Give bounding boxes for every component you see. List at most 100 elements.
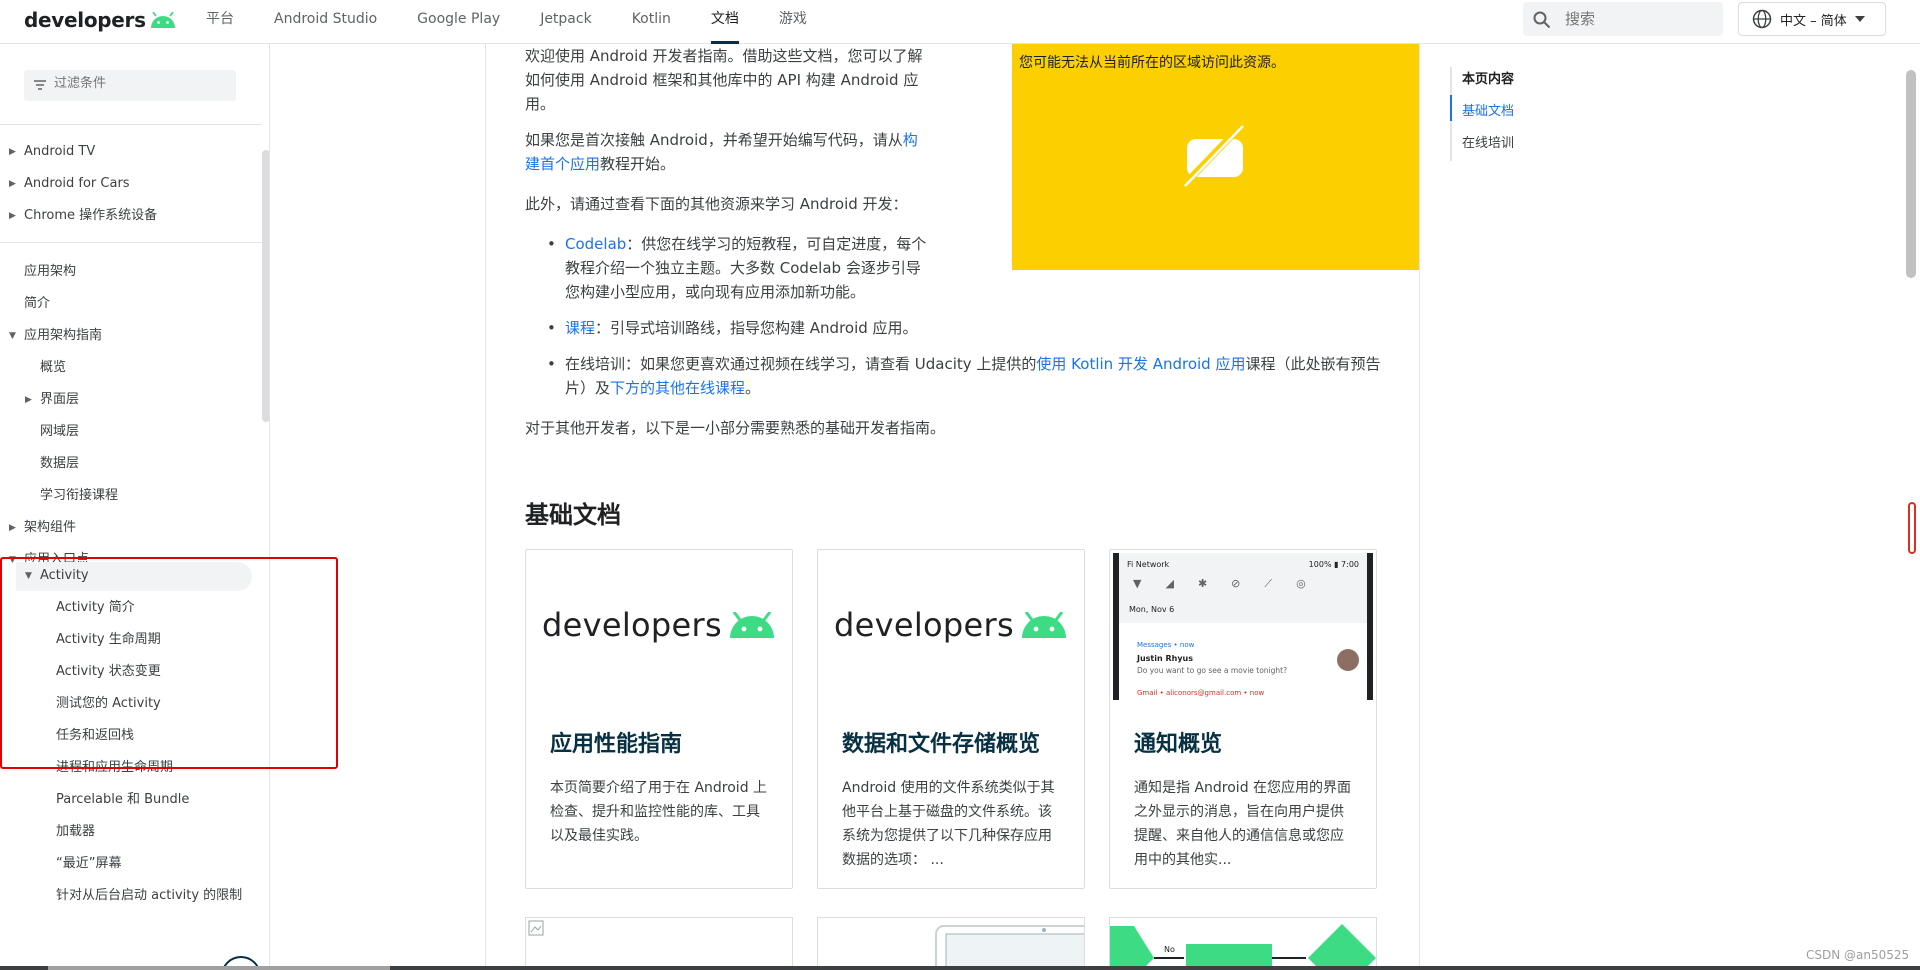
kotlin-course-link[interactable]: 使用 Kotlin 开发 Android 应用 [1036, 355, 1245, 373]
card-row2-1[interactable] [525, 917, 793, 970]
android-icon [729, 612, 774, 638]
nav-games[interactable]: 游戏 [779, 0, 807, 44]
section-title-basics: 基础文档 [525, 501, 621, 529]
notification-screenshot: Fi Network 100% ▮ 7:00 ▼ ◢ ✱ ⊘ ⟋ ◎ Mon, Nov 6… [1113, 553, 1373, 700]
card-data-storage[interactable]: developers 数据和文件存储概览 Android 使用的文件系统类似于其… [817, 549, 1085, 889]
online-training-bullet: 在线培训：如果您更喜欢通过视频在线学习，请查看 Udacity 上提供的使用 K… [547, 352, 1385, 400]
logo-text: developers [834, 606, 1014, 644]
expand-arrow-icon: ▶ [9, 179, 16, 189]
sidebar-item-ui-layer[interactable]: ▶ 界面层 [25, 384, 79, 416]
sidebar-divider [0, 242, 262, 243]
avatar [1337, 649, 1359, 671]
card-image: Fi Network 100% ▮ 7:00 ▼ ◢ ✱ ⊘ ⟋ ◎ Mon, Nov 6… [1110, 550, 1376, 700]
filter-input[interactable] [54, 76, 224, 91]
sidebar-item-bg-restrictions[interactable]: 针对从后台启动 activity 的限制 [56, 880, 246, 912]
toc-item-basics[interactable]: 基础文档 [1462, 100, 1514, 119]
card-row2-2[interactable] [817, 917, 1085, 970]
sidebar-item-recents[interactable]: “最近”屏幕 [56, 848, 121, 880]
collapse-arrow-icon: ▼ [9, 331, 16, 341]
toc-active-indicator [1450, 95, 1452, 121]
course-bullet: 课程：引导式培训路线，指导您构建 Android 应用。 [547, 316, 965, 340]
scrollbar-highlight [1908, 502, 1916, 554]
sidebar-item-tasks-back-stack[interactable]: 任务和返回栈 [56, 720, 134, 752]
first-time-paragraph: 如果您是首次接触 Android，并希望开始编写代码，请从构建首个应用教程开始。 [525, 131, 918, 173]
card-image: developers [526, 550, 792, 700]
language-selector[interactable]: 中文 – 简体 [1738, 2, 1886, 36]
sidebar-item-test-activity[interactable]: 测试您的 Activity [56, 688, 161, 720]
nav-platform[interactable]: 平台 [206, 0, 234, 44]
left-sidebar: ▶Android TV ▶Android for Cars ▶Chrome 操作… [0, 44, 270, 970]
other-resources-paragraph: 此外，请通过查看下面的其他资源来学习 Android 开发： [525, 195, 908, 213]
sidebar-heading-app-arch: 应用架构 [24, 264, 77, 279]
page-scrollbar[interactable] [1906, 70, 1916, 278]
collapse-arrow-icon: ▼ [9, 555, 16, 565]
other-courses-link[interactable]: 下方的其他在线课程 [610, 379, 745, 397]
toc-item-online-training[interactable]: 在线培训 [1462, 132, 1514, 151]
top-nav: 平台 Android Studio Google Play Jetpack Ko… [206, 0, 847, 44]
search-input[interactable] [1565, 8, 1713, 30]
intro-paragraph: 欢迎使用 Android 开发者指南。借助这些文档，您可以了解如何使用 Andr… [525, 47, 923, 113]
filter-box[interactable] [24, 70, 236, 101]
expand-arrow-icon: ▶ [9, 523, 16, 533]
sidebar-item-process-lifecycle[interactable]: 进程和应用生命周期 [56, 752, 173, 784]
sidebar-item-arch-components[interactable]: ▶ 架构组件 [9, 512, 76, 544]
card-title: 数据和文件存储概览 [842, 732, 1041, 757]
quick-settings-icons: ▼ ◢ ✱ ⊘ ⟋ ◎ [1133, 577, 1306, 590]
caret-down-icon [1854, 16, 1865, 22]
sidebar-item-activity-lifecycle[interactable]: Activity 生命周期 [56, 624, 161, 656]
sidebar-item-pathway[interactable]: 学习衔接课程 [40, 480, 118, 512]
sidebar-item-parcelable[interactable]: Parcelable 和 Bundle [56, 784, 189, 816]
tablet-illustration [935, 925, 1084, 970]
sidebar-item-activity-state[interactable]: Activity 状态变更 [56, 656, 161, 688]
permission-flow-diagram: No [1110, 924, 1376, 970]
language-label: 中文 – 简体 [1780, 13, 1847, 29]
svg-text:No: No [1164, 945, 1175, 954]
nav-jetpack[interactable]: Jetpack [540, 0, 592, 44]
card-performance[interactable]: developers 应用性能指南 本页简要介绍了用于在 Android 上检查… [525, 549, 793, 889]
card-row2-3[interactable]: No [1109, 917, 1377, 970]
sidebar-item-android-tv[interactable]: ▶ Android TV [9, 136, 95, 168]
card-notifications[interactable]: Fi Network 100% ▮ 7:00 ▼ ◢ ✱ ⊘ ⟋ ◎ Mon, Nov 6… [1109, 549, 1377, 889]
sidebar-item-overview[interactable]: 概览 [40, 352, 66, 384]
broken-image-icon [528, 920, 544, 936]
sidebar-item-data-layer[interactable]: 数据层 [40, 448, 79, 480]
nav-android-studio[interactable]: Android Studio [274, 0, 377, 44]
card-description: 本页简要介绍了用于在 Android 上检查、提升和监控性能的库、工具以及最佳实… [550, 780, 768, 844]
sidebar-item-intro[interactable]: 简介 [24, 288, 50, 320]
sidebar-item-arch-guide[interactable]: ▼ 应用架构指南 [9, 320, 102, 352]
developers-logo: developers [542, 606, 776, 644]
developers-logo[interactable]: developers [24, 8, 176, 32]
card-description: Android 使用的文件系统类似于其他平台上基于磁盘的文件系统。该系统为您提供… [842, 780, 1055, 868]
sidebar-item-loaders[interactable]: 加载器 [56, 816, 95, 848]
toc-title: 本页内容 [1462, 72, 1515, 87]
main-content: 欢迎使用 Android 开发者指南。借助这些文档，您可以了解如何使用 Andr… [485, 44, 1420, 970]
taskbar-strip [0, 966, 1920, 970]
sidebar-item-chrome-os[interactable]: ▶ Chrome 操作系统设备 [9, 200, 157, 232]
logo-text: developers [542, 606, 722, 644]
video-placeholder[interactable]: 您可能无法从当前所在的区域访问此资源。 [1012, 44, 1419, 270]
expand-arrow-icon: ▶ [9, 147, 16, 157]
sidebar-item-activity-intro[interactable]: Activity 简介 [56, 592, 135, 624]
sidebar-divider [0, 124, 262, 125]
logo-text: developers [24, 8, 146, 32]
card-image: developers [818, 550, 1084, 700]
sidebar-item-android-cars[interactable]: ▶ Android for Cars [9, 168, 130, 200]
android-icon [1021, 612, 1066, 638]
top-bar: developers 平台 Android Studio Google Play… [0, 0, 1920, 44]
search-icon [1533, 11, 1551, 29]
card-description: 通知是指 Android 在您应用的界面之外显示的消息，旨在向用户提供提醒、来自… [1134, 780, 1352, 868]
other-devs-paragraph: 对于其他开发者，以下是一小部分需要熟悉的基础开发者指南。 [525, 419, 946, 437]
nav-google-play[interactable]: Google Play [417, 0, 500, 44]
nav-docs[interactable]: 文档 [710, 0, 739, 44]
sidebar-item-activity[interactable]: ▼ Activity [25, 560, 89, 592]
nav-kotlin[interactable]: Kotlin [632, 0, 671, 44]
search-box[interactable] [1523, 2, 1723, 36]
codelab-link[interactable]: Codelab [565, 235, 626, 253]
expand-arrow-icon: ▶ [25, 395, 32, 405]
course-link[interactable]: 课程 [565, 319, 595, 337]
card-title: 通知概览 [1134, 732, 1223, 757]
sidebar-scrollbar[interactable] [262, 150, 269, 422]
filter-icon [34, 80, 46, 90]
android-icon [150, 12, 175, 28]
sidebar-item-domain-layer[interactable]: 网域层 [40, 416, 79, 448]
